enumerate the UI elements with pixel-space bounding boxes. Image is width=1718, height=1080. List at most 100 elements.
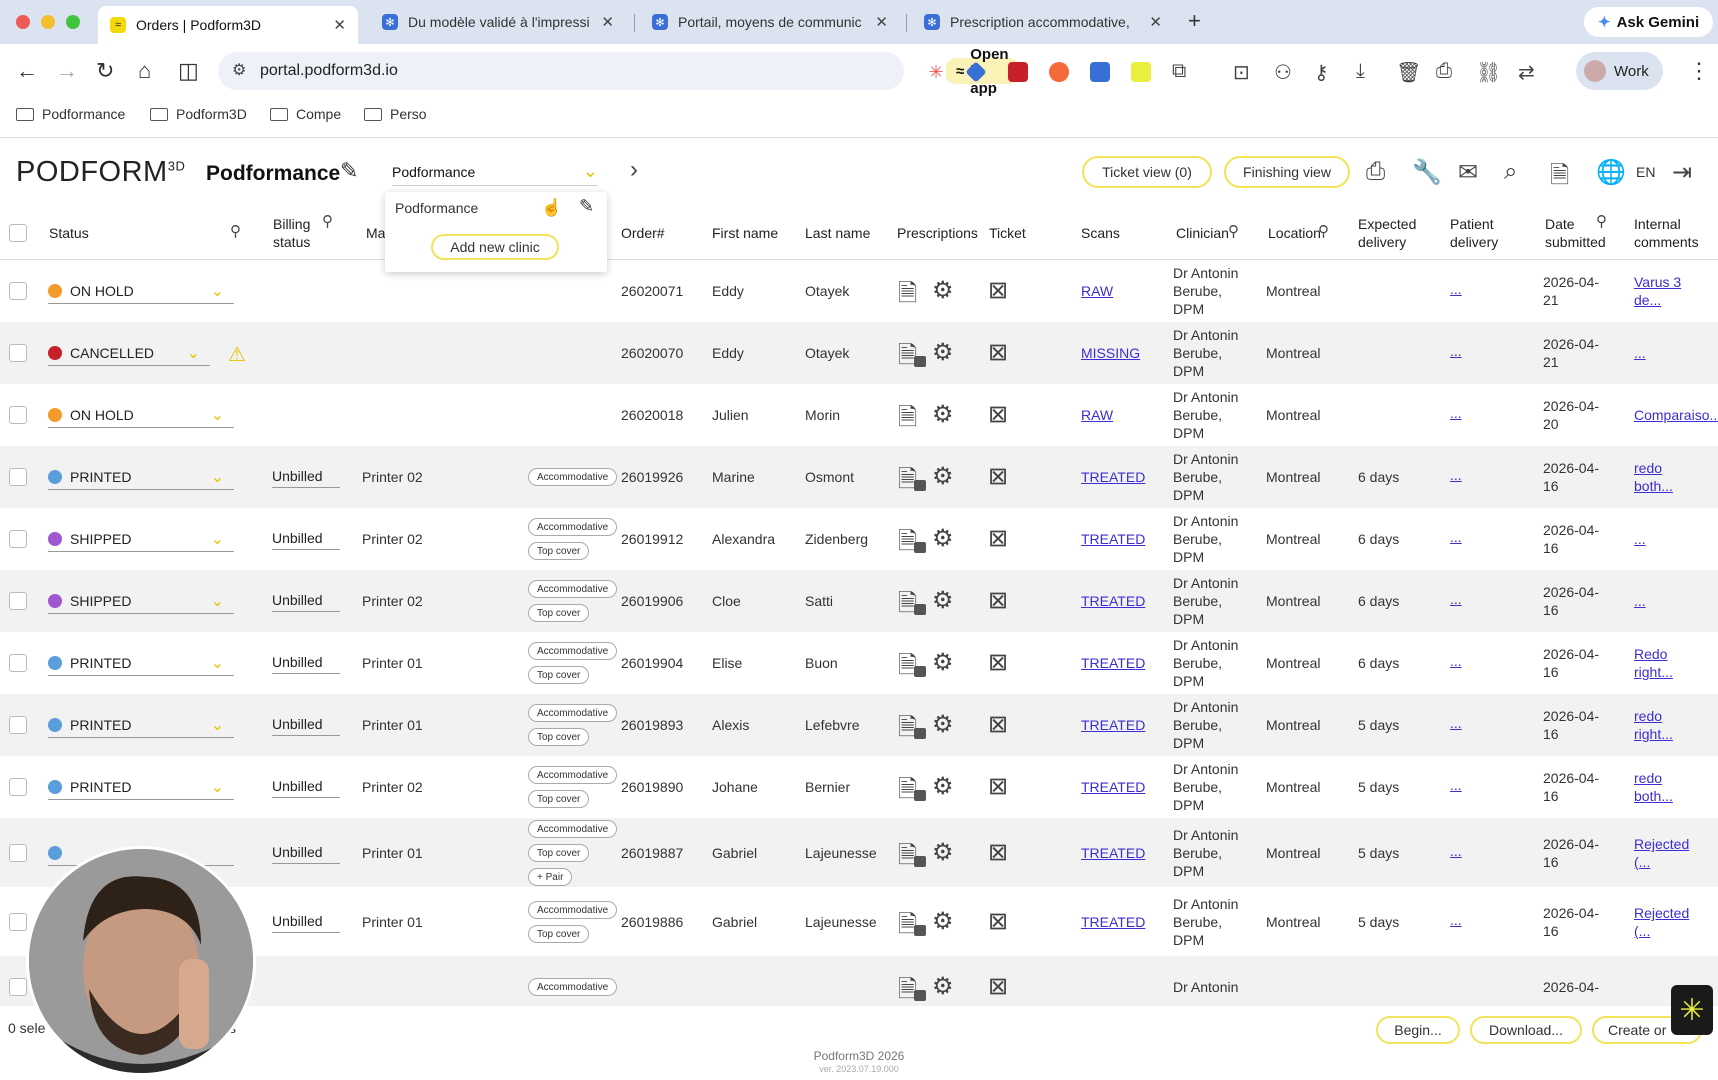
internal-comment-link[interactable]: ... <box>1634 592 1646 610</box>
extension-t-icon[interactable] <box>1049 62 1069 82</box>
ticket-icon[interactable]: ⊠ <box>988 338 1008 367</box>
tab-orders[interactable]: ≈ Orders | Podform3D ✕ <box>98 6 358 44</box>
table-row[interactable]: Unbilled Printer 01 Accommodative Top cover… <box>0 887 1718 956</box>
patient-delivery-link[interactable]: ... <box>1450 842 1462 860</box>
status-select[interactable]: PRINTED ⌄ <box>48 712 234 738</box>
billing-status-select[interactable]: Unbilled <box>272 654 340 674</box>
internal-comment-link[interactable]: (... <box>1634 922 1650 940</box>
edit-pencil-icon[interactable]: ✎ <box>579 196 594 217</box>
clinic-select[interactable]: Podformance ⌄ <box>392 158 598 186</box>
row-checkbox[interactable] <box>9 716 27 734</box>
status-select[interactable]: PRINTED ⌄ <box>48 774 234 800</box>
filter-icon[interactable]: ⚲ <box>1228 222 1239 240</box>
table-row[interactable]: SHIPPED ⌄ Unbilled Printer 02 Accommodative T… <box>0 508 1718 570</box>
row-checkbox[interactable] <box>9 344 27 362</box>
table-row[interactable]: PRINTED ⌄ Unbilled Printer 01 Accommodative T… <box>0 694 1718 756</box>
new-tab-button[interactable]: + <box>1188 8 1201 34</box>
select-all-checkbox[interactable] <box>9 224 27 242</box>
trash-icon[interactable]: 🗑 <box>1396 60 1421 85</box>
status-select[interactable]: SHIPPED ⌄ <box>48 588 234 614</box>
scan-status-link[interactable]: TREATED <box>1081 468 1145 486</box>
patient-delivery-link[interactable]: ... <box>1450 280 1462 298</box>
scan-status-link[interactable]: RAW <box>1081 282 1113 300</box>
print-icon[interactable]: ⎙ <box>1436 60 1452 83</box>
screenshot-icon[interactable]: ⊡ <box>1233 60 1250 85</box>
ticket-icon[interactable]: ⊠ <box>988 524 1008 553</box>
billing-status-select[interactable]: Unbilled <box>272 592 340 612</box>
internal-comment-link[interactable]: Rejected <box>1634 904 1689 922</box>
prescription-document-icon[interactable]: 🗎 <box>898 400 917 441</box>
ticket-icon[interactable]: ⊠ <box>988 276 1008 305</box>
scan-status-link[interactable]: TREATED <box>1081 592 1145 610</box>
translate-icon[interactable]: ⇄ <box>1518 60 1535 85</box>
table-row[interactable]: ON HOLD ⌄ 26020018 Julien Morin 🗎 ⚙ ⊠ RAW Dr Anto… <box>0 384 1718 446</box>
column-location[interactable]: Location <box>1268 224 1321 242</box>
internal-comment-link[interactable]: redo <box>1634 769 1662 787</box>
scan-status-link[interactable]: MISSING <box>1081 344 1140 362</box>
patient-delivery-link[interactable]: ... <box>1450 714 1462 732</box>
ticket-icon[interactable]: ⊠ <box>988 586 1008 615</box>
patient-delivery-link[interactable]: ... <box>1450 528 1462 546</box>
scan-status-link[interactable]: RAW <box>1081 406 1113 424</box>
filter-icon[interactable]: ⚲ <box>1596 212 1607 230</box>
status-select[interactable]: PRINTED ⌄ <box>48 464 234 490</box>
ticket-icon[interactable]: ⊠ <box>988 648 1008 677</box>
patient-delivery-link[interactable]: ... <box>1450 404 1462 422</box>
edit-pencil-icon[interactable]: ✎ <box>340 158 358 184</box>
column-order[interactable]: Order# <box>621 224 665 242</box>
chevron-right-icon[interactable]: › <box>630 156 638 184</box>
column-billing-status[interactable]: Billing status <box>273 215 329 251</box>
profile-button[interactable]: Work <box>1576 52 1663 90</box>
extension-spark-icon[interactable] <box>1131 62 1151 82</box>
password-key-icon[interactable]: ⚷ <box>1314 60 1329 85</box>
internal-comment-link[interactable]: Redo <box>1634 645 1667 663</box>
bookmark-folder-podformance[interactable]: Podformance <box>16 106 125 122</box>
scan-status-link[interactable]: TREATED <box>1081 913 1145 931</box>
ticket-icon[interactable]: ⊠ <box>988 907 1008 936</box>
column-last-name[interactable]: Last name <box>805 224 870 242</box>
bookmark-folder-perso[interactable]: Perso <box>364 106 427 122</box>
assistant-spark-icon[interactable]: ✳ <box>1671 985 1713 1035</box>
filter-icon[interactable]: ⚲ <box>1318 222 1329 240</box>
site-info-icon[interactable]: ⚙ <box>232 60 246 80</box>
settings-gear-icon[interactable]: ⚙ <box>932 524 954 553</box>
home-icon[interactable]: ⌂ <box>138 58 151 84</box>
table-row[interactable]: PRINTED ⌄ Unbilled Printer 02 Accommodative T… <box>0 756 1718 818</box>
ticket-view-button[interactable]: Ticket view (0) <box>1082 156 1212 188</box>
column-status[interactable]: Status <box>49 224 89 242</box>
extension-gear-icon[interactable] <box>1090 62 1110 82</box>
table-row[interactable]: ON HOLD ⌄ 26020071 Eddy Otayek 🗎 ⚙ ⊠ RAW Dr Anton… <box>0 260 1718 322</box>
patient-delivery-link[interactable]: ... <box>1450 652 1462 670</box>
maximize-window-button[interactable] <box>66 15 80 29</box>
internal-comment-link[interactable]: ... <box>1634 344 1646 362</box>
forward-icon[interactable]: → <box>56 58 78 84</box>
printer-icon[interactable]: ⎙ <box>1366 158 1385 186</box>
status-select[interactable]: ON HOLD ⌄ <box>48 278 234 304</box>
scan-status-link[interactable]: TREATED <box>1081 654 1145 672</box>
extension-claude-icon[interactable]: ✳ <box>926 62 946 82</box>
settings-gear-icon[interactable]: ⚙ <box>932 338 954 367</box>
status-select[interactable]: ON HOLD ⌄ <box>48 402 234 428</box>
internal-comment-link[interactable]: redo <box>1634 707 1662 725</box>
row-checkbox[interactable] <box>9 406 27 424</box>
close-window-button[interactable] <box>16 15 30 29</box>
more-menu-icon[interactable]: ⋮ <box>1688 58 1710 84</box>
settings-gear-icon[interactable]: ⚙ <box>932 462 954 491</box>
column-ma[interactable]: Ma <box>366 224 385 242</box>
minimize-window-button[interactable] <box>41 15 55 29</box>
close-tab-icon[interactable]: ✕ <box>601 13 614 31</box>
clinic-option[interactable]: Podformance <box>395 200 478 216</box>
begin-button[interactable]: Begin... <box>1376 1016 1460 1044</box>
row-checkbox[interactable] <box>9 592 27 610</box>
internal-comment-link[interactable]: Rejected <box>1634 835 1689 853</box>
address-bar[interactable]: ⚙ portal.podform3d.io ≈Open in app ☆ <box>218 46 1106 97</box>
internal-comment-link[interactable]: ... <box>1634 530 1646 548</box>
table-row[interactable]: CANCELLED ⌄ ⚠ 26020070 Eddy Otayek 🗎 ⚙ ⊠ MISSING D… <box>0 322 1718 384</box>
settings-gear-icon[interactable]: ⚙ <box>932 400 954 429</box>
table-row[interactable]: PRINTED ⌄ Unbilled Printer 01 Accommodative T… <box>0 632 1718 694</box>
ask-gemini-button[interactable]: ✦ Ask Gemini <box>1584 7 1714 37</box>
settings-gear-icon[interactable]: ⚙ <box>932 710 954 739</box>
billing-status-select[interactable]: Unbilled <box>272 844 340 864</box>
billing-status-select[interactable]: Unbilled <box>272 468 340 488</box>
row-checkbox[interactable] <box>9 468 27 486</box>
